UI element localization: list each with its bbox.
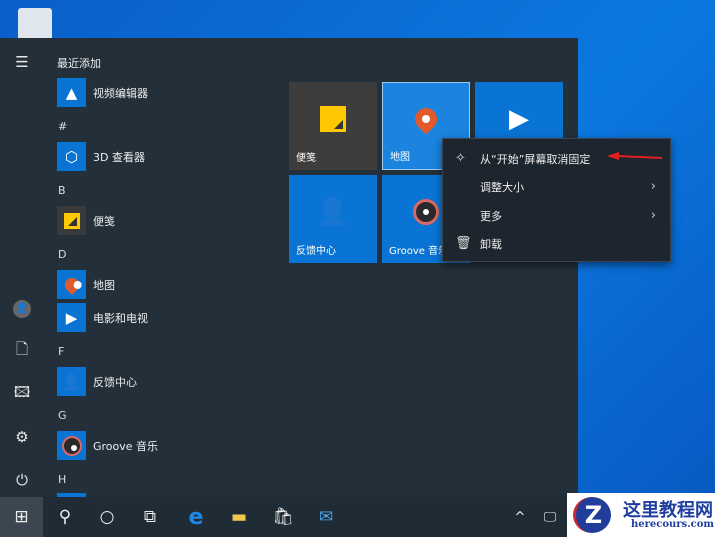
tile-label: 便笺 (296, 153, 316, 164)
documents-icon[interactable]: 🗋 (12, 340, 32, 361)
app-groove-music[interactable]: Groove 音乐 (57, 431, 158, 460)
menu-label: 卸载 (480, 237, 502, 251)
app-label: 视频编辑器 (93, 86, 148, 100)
watermark: Z 这里教程网 herecours.com (567, 493, 715, 537)
chevron-right-icon: › (650, 179, 656, 194)
sticky-note-icon (320, 105, 346, 132)
groove-icon (413, 198, 439, 225)
start-menu: ☰ 👤 🗋 🖾 ⚙ ⏻ 最近添加 ▲ 视频编辑器 # ⬡ 3D 查看器 B 便笺 D… (0, 38, 578, 497)
watermark-url: herecours.com (631, 519, 715, 530)
feedback-icon: 👤 (316, 196, 350, 227)
map-pin-icon (410, 103, 442, 135)
feedback-icon: 👤 (57, 367, 86, 396)
unpin-icon: ✧ (455, 151, 466, 166)
letter-header[interactable]: # (58, 120, 67, 133)
app-label: 地图 (93, 278, 115, 292)
sticky-note-icon (57, 206, 86, 235)
tile-label: 反馈中心 (296, 246, 336, 257)
app-movies-tv[interactable]: ▶ 电影和电视 (57, 303, 148, 332)
cube-icon: ⬡ (57, 142, 86, 171)
app-feedback-hub[interactable]: 👤 反馈中心 (57, 367, 137, 396)
letter-header[interactable]: F (58, 345, 64, 358)
store-icon[interactable]: 🛍 (263, 497, 303, 537)
annotation-arrow (607, 152, 663, 160)
app-label: 便笺 (93, 214, 115, 228)
cortana-icon[interactable]: ○ (87, 497, 127, 537)
app-label: 反馈中心 (93, 375, 137, 389)
letter-header[interactable]: B (58, 184, 66, 197)
app-label: Groove 音乐 (93, 439, 159, 453)
power-icon[interactable]: ⏻ (12, 470, 32, 490)
chevron-right-icon: › (650, 208, 656, 223)
hamburger-menu-icon[interactable]: ☰ (12, 52, 32, 72)
app-maps[interactable]: 地图 (57, 270, 115, 299)
recycle-bin-icon[interactable] (18, 8, 52, 38)
app-video-editor[interactable]: ▲ 视频编辑器 (57, 78, 148, 107)
windows-start-icon[interactable]: ⊞ (0, 497, 43, 537)
pictures-icon[interactable]: 🖾 (12, 383, 32, 404)
map-pin-icon (57, 270, 86, 299)
app-sticky-notes[interactable]: 便笺 (57, 206, 115, 235)
tile-feedback-hub[interactable]: 👤 反馈中心 (289, 175, 377, 263)
user-avatar[interactable]: 👤 (12, 299, 32, 319)
trash-icon: 🗑 (455, 236, 472, 251)
start-rail: ☰ 👤 🗋 🖾 ⚙ ⏻ (0, 38, 43, 497)
edge-icon[interactable]: e (176, 497, 216, 537)
tile-label: Groove 音乐 (389, 246, 449, 257)
tile-sticky-notes[interactable]: 便笺 (289, 82, 377, 170)
menu-item-uninstall[interactable]: 🗑 卸载 (443, 229, 670, 258)
network-icon[interactable]: 🖵 (538, 497, 562, 537)
tile-label: 地图 (390, 152, 410, 163)
recent-header: 最近添加 (57, 57, 101, 70)
watermark-logo: Z (573, 497, 611, 533)
app-label: 电影和电视 (93, 311, 148, 325)
search-icon[interactable]: ⚲ (45, 497, 85, 537)
app-label: 3D 查看器 (93, 150, 145, 164)
file-explorer-icon[interactable]: ▬ (219, 497, 259, 537)
menu-label: 从“开始”屏幕取消固定 (480, 152, 591, 166)
video-editor-icon: ▲ (57, 78, 86, 107)
menu-item-more[interactable]: 更多 › (443, 201, 670, 230)
app-3d-viewer[interactable]: ⬡ 3D 查看器 (57, 142, 145, 171)
mail-icon[interactable]: ✉ (306, 497, 346, 537)
letter-header[interactable]: D (58, 248, 66, 261)
letter-header[interactable]: H (58, 473, 66, 486)
chevron-up-icon[interactable]: ^ (508, 497, 532, 537)
settings-gear-icon[interactable]: ⚙ (12, 427, 32, 447)
movies-icon: ▶ (509, 103, 529, 134)
menu-item-resize[interactable]: 调整大小 › (443, 172, 670, 201)
menu-label: 调整大小 (480, 180, 524, 194)
task-view-icon[interactable]: ⧉ (130, 497, 170, 537)
groove-icon (57, 431, 86, 460)
movies-icon: ▶ (57, 303, 86, 332)
menu-label: 更多 (480, 209, 502, 223)
letter-header[interactable]: G (58, 409, 67, 422)
